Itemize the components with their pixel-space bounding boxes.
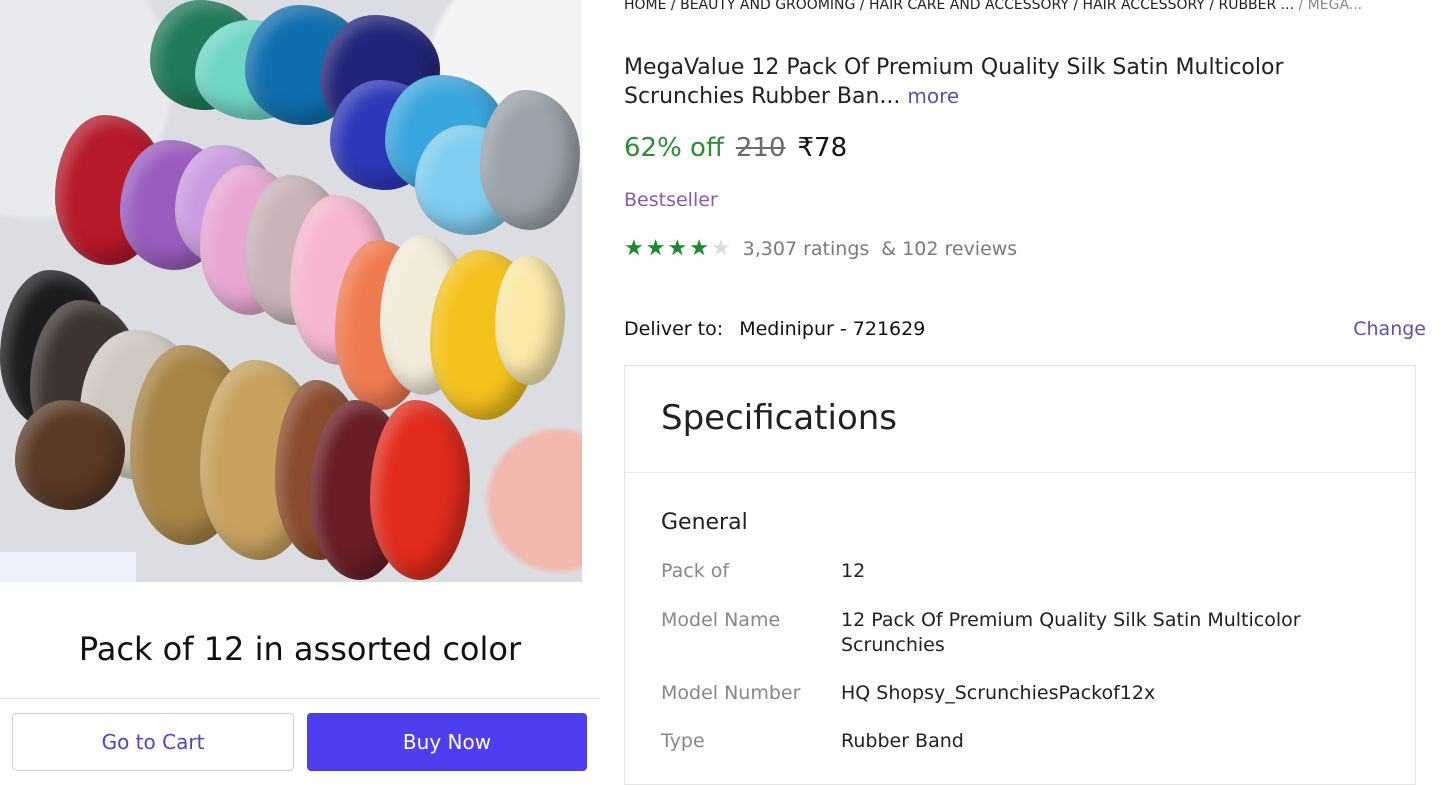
star-rating: ★ ★ ★ ★ ★: [624, 238, 731, 260]
spec-key: Type: [661, 730, 705, 752]
image-thumbnail-strip: [0, 552, 136, 582]
price-row: 62% off 210 ₹78: [624, 133, 847, 163]
breadcrumb[interactable]: HOME / BEAUTY AND GROOMING / HAIR CARE A…: [624, 0, 1424, 13]
spec-value: 12: [841, 560, 866, 582]
deliver-label: Deliver to:: [624, 318, 724, 340]
specifications-card: Specifications General Pack of 12 Model …: [624, 365, 1416, 785]
star-empty-icon: ★: [710, 236, 731, 261]
product-gallery: Pack of 12 in assorted color Go to Cart …: [0, 0, 600, 777]
star-icon: ★: [624, 236, 644, 261]
reviews-count: & 102 reviews: [881, 238, 1018, 260]
change-location-link[interactable]: Change: [1353, 318, 1426, 340]
star-icon: ★: [689, 236, 709, 261]
delivery-location: Medinipur - 721629: [739, 318, 926, 340]
action-bar: Go to Cart Buy Now: [0, 698, 600, 777]
rating-summary[interactable]: ★ ★ ★ ★ ★ 3,307 ratings & 102 reviews: [624, 238, 1018, 261]
spec-key: Model Number: [661, 682, 801, 704]
star-icon: ★: [667, 236, 688, 261]
spec-key: Model Name: [661, 609, 781, 631]
spec-value: Rubber Band: [841, 730, 964, 752]
specifications-heading: Specifications: [625, 366, 1415, 473]
product-title: MegaValue 12 Pack Of Premium Quality Sil…: [624, 53, 1344, 111]
product-image[interactable]: [0, 0, 582, 582]
discount-percent: 62% off: [624, 133, 724, 163]
buy-now-button[interactable]: Buy Now: [307, 713, 587, 771]
go-to-cart-button[interactable]: Go to Cart: [12, 713, 294, 771]
spec-group-title: General: [661, 510, 748, 535]
delivery-row: Deliver to: Medinipur - 721629 Change: [624, 318, 1426, 340]
spec-value: HQ Shopsy_ScrunchiesPackof12x: [841, 682, 1156, 704]
spec-value: 12 Pack Of Premium Quality Silk Satin Mu…: [841, 609, 1301, 656]
breadcrumb-current: / MEGA...: [1298, 0, 1363, 13]
spec-key: Pack of: [661, 560, 730, 582]
original-price: 210: [735, 133, 786, 163]
breadcrumb-path[interactable]: HOME / BEAUTY AND GROOMING / HAIR CARE A…: [624, 0, 1294, 13]
image-caption: Pack of 12 in assorted color: [78, 630, 522, 668]
selling-price: ₹78: [797, 133, 848, 163]
ratings-count: 3,307 ratings: [742, 238, 870, 260]
title-more-link[interactable]: more: [907, 84, 959, 108]
bestseller-badge: Bestseller: [624, 189, 718, 211]
star-icon: ★: [645, 236, 666, 261]
